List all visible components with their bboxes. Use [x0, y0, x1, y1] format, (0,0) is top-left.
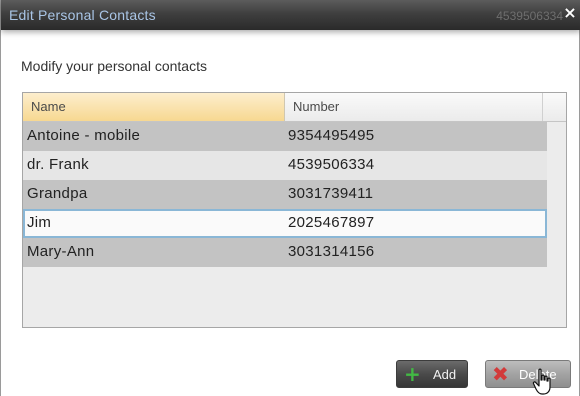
- contact-number: 3031739411: [288, 185, 374, 202]
- contact-number: 4539506334: [288, 156, 375, 173]
- plus-icon: +: [404, 362, 421, 386]
- contact-name: Mary-Ann: [27, 243, 95, 260]
- contacts-grid: Name Number Antoine - mobile 9354495495 …: [22, 92, 567, 328]
- contact-number: 9354495495: [288, 127, 375, 144]
- contact-number: 2025467897: [288, 214, 375, 231]
- background-number-text: 4539506334: [496, 9, 563, 23]
- dialog-titlebar[interactable]: Edit Personal Contacts 4539506334 ×: [1, 0, 580, 30]
- contact-name: Antoine - mobile: [27, 127, 141, 144]
- contact-row[interactable]: Antoine - mobile 9354495495: [23, 122, 547, 151]
- delete-button[interactable]: ✖ Delete: [485, 360, 571, 388]
- add-button[interactable]: + Add: [396, 360, 468, 388]
- x-mark-icon: ✖: [492, 362, 509, 386]
- contact-row[interactable]: dr. Frank 4539506334: [23, 151, 547, 180]
- dialog-prompt: Modify your personal contacts: [21, 58, 207, 74]
- contact-name: Jim: [27, 214, 52, 231]
- contact-number: 3031314156: [288, 243, 375, 260]
- contact-row-selected[interactable]: Jim 2025467897: [23, 209, 547, 238]
- column-header-name-label: Name: [31, 99, 66, 114]
- contact-name: Grandpa: [27, 185, 88, 202]
- contact-row[interactable]: Mary-Ann 3031314156: [23, 238, 547, 267]
- edit-contacts-dialog: Edit Personal Contacts 4539506334 × Modi…: [0, 0, 580, 396]
- close-icon[interactable]: ×: [562, 4, 578, 22]
- contact-name: dr. Frank: [27, 156, 89, 173]
- hand-pointer-icon: [532, 368, 551, 395]
- column-header-number-label: Number: [293, 99, 340, 114]
- grid-header: Name Number: [23, 93, 566, 122]
- column-header-number[interactable]: Number: [285, 93, 543, 121]
- contact-row[interactable]: Grandpa 3031739411: [23, 180, 547, 209]
- dialog-title: Edit Personal Contacts: [9, 7, 156, 23]
- column-header-name[interactable]: Name: [23, 93, 285, 121]
- add-button-label: Add: [433, 367, 457, 382]
